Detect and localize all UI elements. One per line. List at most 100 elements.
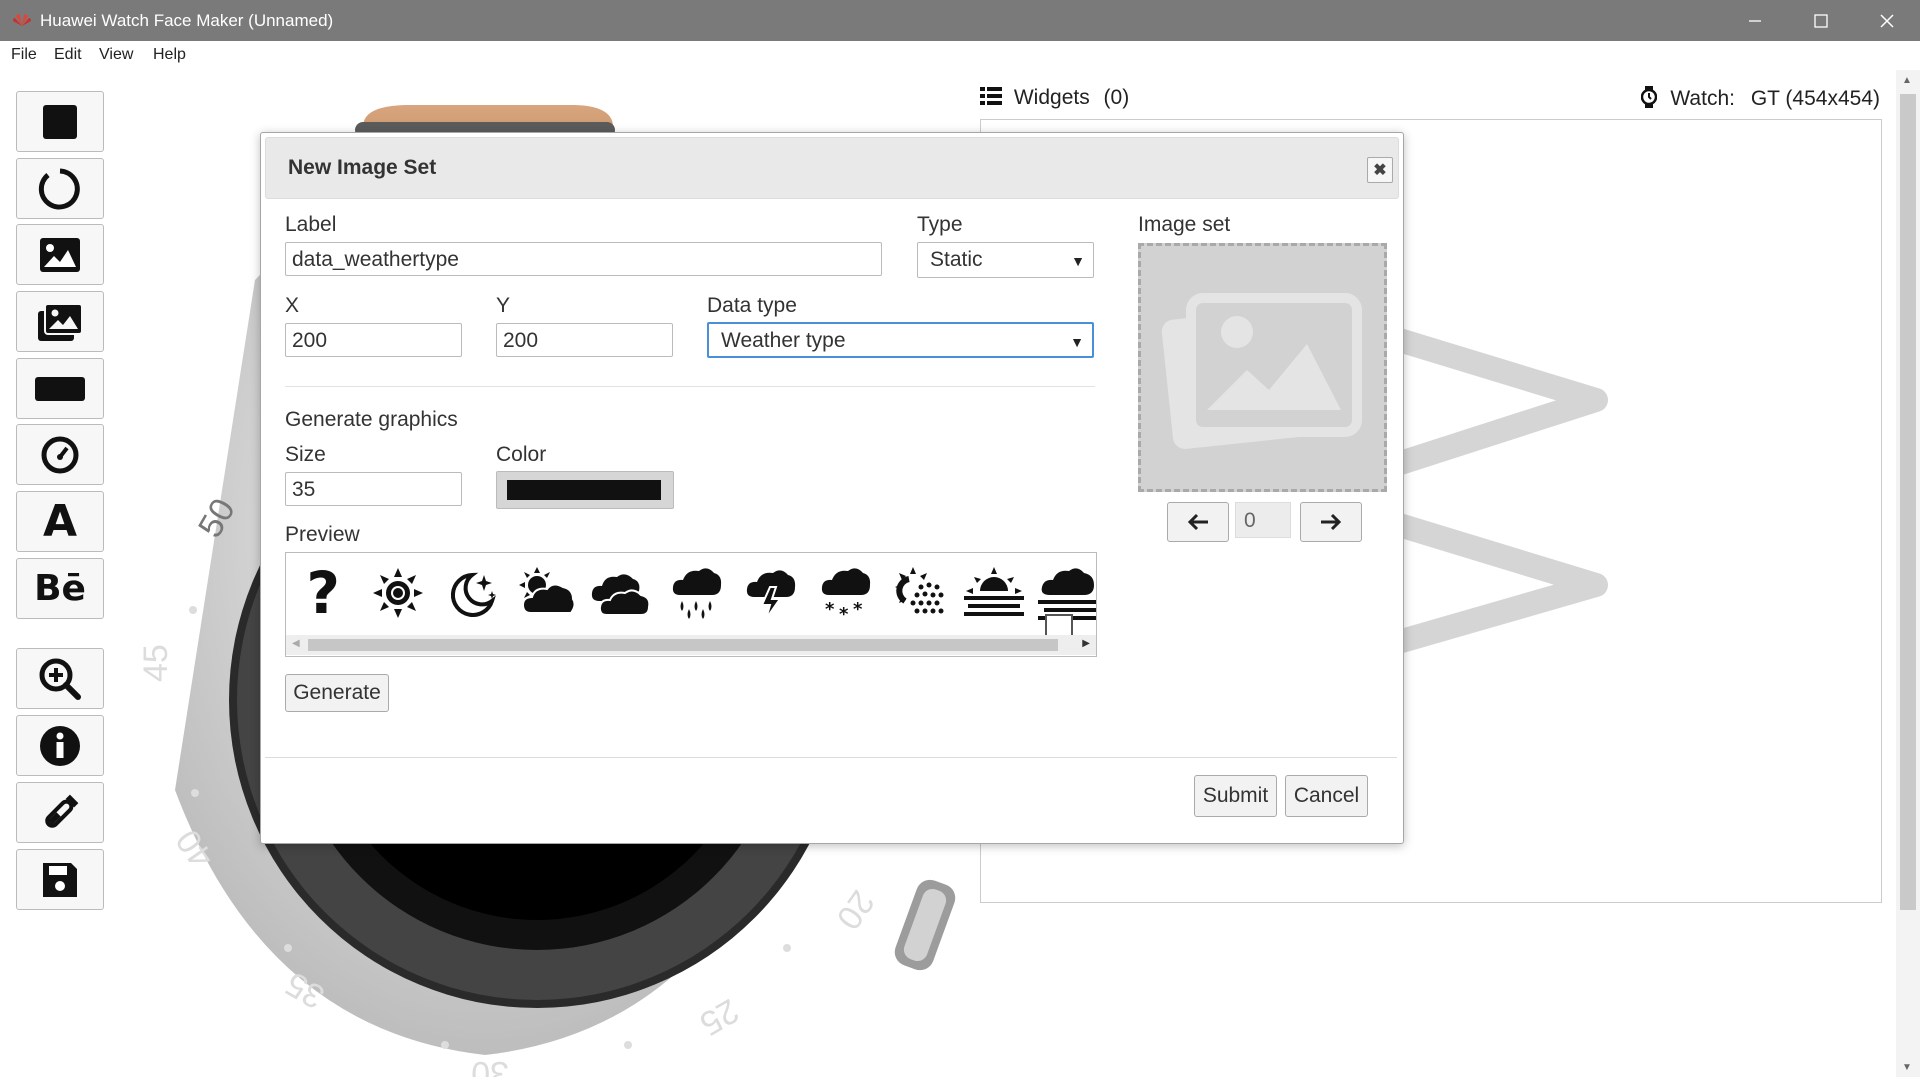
x-input[interactable]: 200 <box>285 323 462 357</box>
bezel-label-20: 20 <box>829 883 882 936</box>
text-tool-button[interactable]: A <box>16 491 104 552</box>
clouds-icon <box>584 561 659 625</box>
menu-edit[interactable]: Edit <box>54 46 82 64</box>
save-button[interactable] <box>16 849 104 910</box>
dialog-close-button[interactable]: ✖ <box>1367 157 1393 183</box>
new-image-set-dialog: New Image Set ✖ Label data_weathertype T… <box>260 132 1404 844</box>
size-field-label: Size <box>285 443 326 466</box>
question-icon: ? <box>306 559 341 627</box>
y-input[interactable]: 200 <box>496 323 673 357</box>
thunderstorm-icon <box>733 561 808 625</box>
circle-tool-button[interactable] <box>16 158 104 219</box>
zoom-in-icon <box>39 658 81 700</box>
minimize-button[interactable] <box>1722 0 1788 41</box>
test-button[interactable] <box>16 782 104 843</box>
arrow-right-icon <box>1321 513 1342 531</box>
preview-horizontal-scrollbar[interactable]: ◀ ▶ <box>286 635 1096 655</box>
maximize-icon <box>1814 13 1828 28</box>
menu-bar: File Edit View Help <box>0 41 1920 70</box>
rain-icon <box>659 561 734 625</box>
image-set-label: Image set <box>1138 213 1231 236</box>
watch-label: Watch: <box>1670 87 1735 110</box>
minimize-icon <box>1749 19 1761 22</box>
type-field-label: Type <box>917 213 963 236</box>
sun-cloud-icon <box>510 561 585 625</box>
info-button[interactable] <box>16 715 104 776</box>
rectangle-icon <box>35 376 85 401</box>
menu-help[interactable]: Help <box>153 46 186 64</box>
zoom-button[interactable] <box>16 648 104 709</box>
list-icon <box>980 87 1002 105</box>
maximize-button[interactable] <box>1788 0 1854 41</box>
vertical-scrollbar[interactable]: ▲ ▼ <box>1896 70 1920 1077</box>
color-picker[interactable] <box>496 471 674 509</box>
generate-graphics-heading: Generate graphics <box>285 408 458 431</box>
datatype-field-label: Data type <box>707 294 797 317</box>
square-icon <box>43 104 77 139</box>
type-select[interactable]: Static ▼ <box>917 242 1094 278</box>
bezel-label-30: 30 <box>471 1054 509 1077</box>
menu-view[interactable]: View <box>99 46 133 64</box>
scrollbar-thumb[interactable] <box>1900 94 1916 910</box>
scroll-down-arrow-icon[interactable]: ▼ <box>1902 1062 1912 1073</box>
circle-outline-icon <box>38 168 80 209</box>
sunset-fog-icon <box>957 561 1032 625</box>
dialog-title: New Image Set <box>288 156 437 179</box>
image-index-field[interactable]: 0 <box>1235 502 1291 538</box>
svg-text:*: * <box>853 599 863 620</box>
footer-divider <box>265 757 1397 758</box>
close-icon <box>1880 13 1894 28</box>
close-icon: ✖ <box>1373 162 1387 179</box>
sun-icon <box>361 561 436 625</box>
scroll-right-arrow-icon[interactable]: ▶ <box>1082 638 1090 649</box>
snow-icon: * * * <box>808 561 883 625</box>
color-field-label: Color <box>496 443 547 466</box>
label-input[interactable]: data_weathertype <box>285 242 882 276</box>
image-set-tool-button[interactable] <box>16 291 104 352</box>
flask-icon <box>45 794 79 828</box>
image-set-icon <box>38 302 83 341</box>
svg-text:*: * <box>839 604 849 621</box>
image-set-placeholder <box>1138 243 1387 492</box>
label-field-label: Label <box>285 213 337 236</box>
preview-label: Preview <box>285 523 360 546</box>
size-input[interactable]: 35 <box>285 472 462 506</box>
submit-button[interactable]: Submit <box>1194 775 1277 817</box>
bezel-label-25: 25 <box>693 991 745 1043</box>
square-tool-button[interactable] <box>16 91 104 152</box>
generate-button[interactable]: Generate <box>285 674 389 712</box>
cancel-button[interactable]: Cancel <box>1285 775 1368 817</box>
arrow-left-icon <box>1187 513 1208 531</box>
rectangle-tool-button[interactable] <box>16 358 104 419</box>
gauge-tool-button[interactable] <box>16 424 104 485</box>
previous-image-button[interactable] <box>1167 502 1229 542</box>
watch-model[interactable]: GT (454x454) <box>1751 87 1880 110</box>
sun-haze-icon <box>882 561 957 625</box>
datatype-select[interactable]: Weather type ▼ <box>707 322 1094 358</box>
widgets-header: Widgets (0) <box>980 86 1129 110</box>
divider <box>285 386 1095 387</box>
scroll-up-arrow-icon[interactable]: ▲ <box>1902 75 1912 86</box>
datatype-selected-value: Weather type <box>721 329 846 352</box>
next-image-button[interactable] <box>1300 502 1362 542</box>
bezel-label-45: 45 <box>137 644 175 682</box>
image-tool-button[interactable] <box>16 224 104 285</box>
menu-file[interactable]: File <box>11 46 37 64</box>
watch-icon <box>1640 86 1657 108</box>
preview-icons: ? * * * <box>286 559 1096 627</box>
close-window-button[interactable] <box>1854 0 1920 41</box>
type-selected-value: Static <box>930 248 983 271</box>
image-placeholder-icon <box>1161 293 1362 449</box>
window-title: Huawei Watch Face Maker (Unnamed) <box>40 11 334 30</box>
moon-stars-icon <box>435 561 510 625</box>
image-icon <box>40 237 80 272</box>
color-swatch-fill <box>507 480 661 500</box>
text-icon: A <box>42 496 78 547</box>
scroll-left-arrow-icon[interactable]: ◀ <box>292 638 300 649</box>
chevron-down-icon: ▼ <box>1070 334 1084 350</box>
behance-tool-button[interactable]: Bē <box>16 558 104 619</box>
behance-icon: Bē <box>34 568 86 609</box>
title-bar: Huawei Watch Face Maker (Unnamed) <box>0 0 1920 41</box>
preview-scrollbar-thumb[interactable] <box>308 639 1058 651</box>
huawei-logo-icon <box>13 14 31 26</box>
